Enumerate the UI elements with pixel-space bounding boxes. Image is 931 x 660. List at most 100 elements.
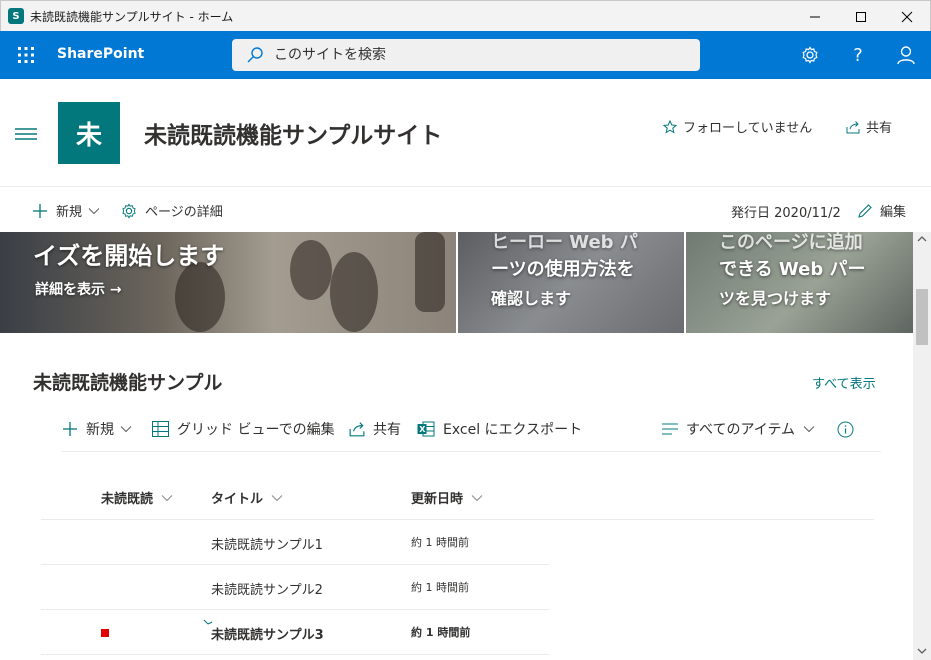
pencil-icon: [858, 203, 872, 218]
search-icon: [247, 47, 263, 63]
hamburger-menu-icon[interactable]: [15, 126, 37, 142]
scroll-down-arrow-icon[interactable]: [917, 646, 927, 656]
site-title[interactable]: 未読既読機能サンプルサイト: [144, 116, 442, 150]
follow-button[interactable]: フォローしていません: [663, 117, 812, 136]
row-title[interactable]: 未読既読サンプル1: [211, 534, 323, 553]
page-details-button[interactable]: ページの詳細: [121, 201, 223, 220]
scroll-up-arrow-icon[interactable]: [917, 234, 927, 244]
row-modified: 約 1 時間前: [411, 536, 469, 549]
chevron-down-icon: [120, 426, 132, 433]
list-share-label: 共有: [373, 422, 401, 438]
hero-tile-2-line2: ーツの使用方法を: [491, 259, 635, 280]
hero-tile-2-line3: 確認します: [491, 289, 572, 308]
help-icon: ?: [853, 44, 863, 66]
search-input[interactable]: [274, 47, 654, 63]
plus-icon: [63, 422, 77, 436]
info-button[interactable]: [837, 418, 862, 440]
published-date: 発行日 2020/11/2: [731, 206, 841, 221]
window-controls: [792, 1, 930, 32]
share-icon: [846, 120, 860, 133]
column-header-title[interactable]: タイトル: [211, 488, 283, 507]
gear-icon: [122, 202, 136, 219]
list-webpart-title: 未読既読機能サンプル: [33, 372, 223, 394]
column-header-label: 未読既読: [101, 492, 154, 507]
table-row[interactable]: 未読既読サンプル1 約 1 時間前: [41, 520, 549, 565]
column-header-label: 更新日時: [411, 492, 464, 507]
hero-tile-2-line1: ヒーロー Web パ: [491, 232, 638, 253]
new-label: 新規: [56, 205, 83, 220]
grid-edit-label: グリッド ビューでの編集: [177, 422, 335, 438]
star-icon: [663, 119, 677, 134]
row-title[interactable]: 未読既読サンプル3: [211, 624, 324, 643]
view-switcher[interactable]: すべてのアイテム: [662, 418, 823, 440]
list-column-headers: 未読既読 タイトル 更新日時: [41, 482, 874, 520]
page-content: イズを開始します 詳細を表示 → ヒーロー Web パ ーツの使用方法を 確認し…: [0, 232, 913, 660]
row-modified: 約 1 時間前: [411, 626, 471, 639]
share-icon: [349, 422, 365, 437]
close-icon: [901, 11, 913, 22]
app-launcher-button[interactable]: [10, 39, 42, 71]
list-new-label: 新規: [86, 422, 114, 438]
edit-label: 編集: [880, 205, 907, 220]
new-page-button[interactable]: 新規: [32, 201, 100, 220]
search-box[interactable]: [232, 39, 700, 71]
view-label: すべてのアイテム: [686, 422, 796, 438]
hero-photo-figure: [175, 262, 225, 332]
site-header: 未 未読既読機能サンプルサイト フォローしていません 共有: [0, 79, 931, 187]
hero-tile-1-heading: イズを開始します: [33, 242, 225, 270]
site-logo[interactable]: 未: [58, 102, 120, 164]
follow-label: フォローしていません: [683, 121, 813, 136]
settings-button[interactable]: [798, 43, 822, 67]
hero-tile-3-line2: できる Web パー: [719, 259, 866, 280]
grid-edit-button[interactable]: グリッド ビューでの編集: [152, 418, 335, 440]
row-title[interactable]: 未読既読サンプル2: [211, 579, 323, 598]
excel-icon: X: [417, 421, 435, 437]
share-site-button[interactable]: 共有: [846, 117, 892, 136]
chevron-down-icon: [271, 494, 283, 501]
list-lines-icon: [662, 423, 678, 435]
scrollbar-thumb[interactable]: [916, 289, 928, 345]
hero-photo-figure: [290, 240, 332, 300]
chevron-down-icon: [803, 426, 815, 433]
suite-bar: SharePoint ?: [0, 31, 931, 79]
list-share-button[interactable]: 共有: [349, 418, 401, 440]
sharepoint-brand-link[interactable]: SharePoint: [57, 46, 144, 62]
see-all-link[interactable]: すべて表示: [812, 373, 876, 392]
window-title: 未読既読機能サンプルサイト - ホーム: [30, 9, 234, 24]
close-button[interactable]: [884, 1, 930, 32]
maximize-button[interactable]: [838, 1, 884, 32]
export-label: Excel にエクスポート: [443, 422, 583, 438]
plus-icon: [33, 203, 47, 218]
list-new-button[interactable]: 新規: [62, 418, 140, 440]
info-icon: [837, 421, 854, 437]
hero-tile-3-line3: ツを見つけます: [719, 289, 832, 308]
page-details-label: ページの詳細: [145, 205, 223, 220]
table-row[interactable]: 未読既読サンプル3 約 1 時間前: [41, 610, 549, 655]
share-label: 共有: [866, 121, 893, 136]
window-titlebar: S 未読既読機能サンプルサイト - ホーム: [0, 0, 931, 31]
maximize-icon: [856, 11, 866, 22]
column-header-modified[interactable]: 更新日時: [411, 488, 483, 507]
help-button[interactable]: ?: [846, 43, 870, 67]
export-excel-button[interactable]: X Excel にエクスポート: [417, 418, 582, 440]
minimize-icon: [810, 16, 820, 17]
unread-indicator: [101, 629, 109, 637]
edit-page-button[interactable]: 編集: [857, 201, 906, 220]
hero-tile-1-link[interactable]: 詳細を表示 →: [35, 279, 122, 299]
svg-text:X: X: [419, 425, 426, 434]
column-header-label: タイトル: [211, 492, 264, 507]
hero-photo-figure: [330, 252, 378, 332]
list-command-bar: 新規 グリッド ビューでの編集 共有 X Excel にエクスポート すべてのア…: [62, 418, 881, 452]
column-header-unread[interactable]: 未読既読: [101, 488, 173, 507]
chevron-down-icon: [161, 494, 173, 501]
grid-icon: [152, 421, 169, 437]
chevron-down-icon: [471, 494, 483, 501]
hero-tile-3-line1: このページに追加: [719, 232, 863, 253]
vertical-scrollbar[interactable]: [913, 232, 931, 660]
gear-icon: [802, 46, 818, 64]
account-button[interactable]: [894, 43, 918, 67]
chevron-down-icon: [88, 207, 100, 214]
minimize-button[interactable]: [792, 1, 838, 32]
table-row[interactable]: 未読既読サンプル2 約 1 時間前: [41, 565, 549, 610]
page-command-bar: 新規 ページの詳細 発行日 2020/11/2 編集: [0, 188, 931, 232]
